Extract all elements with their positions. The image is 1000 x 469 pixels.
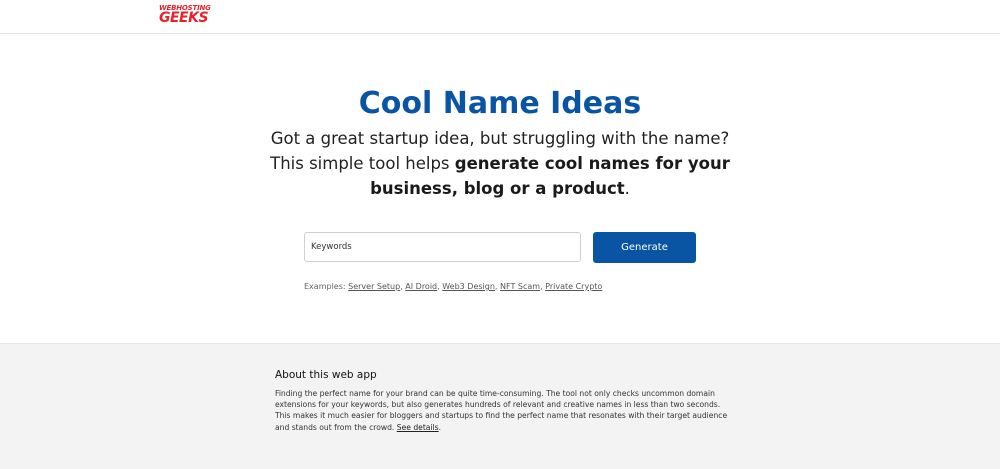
about-section: About this web app Finding the perfect n… (0, 343, 1000, 469)
example-link-private-crypto[interactable]: Private Crypto (545, 282, 602, 291)
example-link-ai-droid[interactable]: AI Droid (405, 282, 437, 291)
subtitle-line1: Got a great startup idea, but struggling… (270, 129, 730, 148)
generate-button[interactable]: Generate (593, 232, 696, 263)
see-details-link[interactable]: See details (397, 423, 439, 432)
subtitle-prefix: This simple tool helps (270, 154, 455, 173)
page-title: Cool Name Ideas (358, 86, 642, 121)
examples-list: Examples: Server Setup, AI Droid, Web3 D… (304, 282, 603, 291)
logo-bottom-text: GEEKS (159, 10, 209, 26)
about-suffix: . (438, 422, 442, 432)
about-title: About this web app (275, 369, 377, 381)
subtitle-suffix: . (624, 179, 630, 198)
site-logo[interactable]: WEBHOSTING GEEKS (159, 5, 211, 27)
examples-label: Examples: (304, 282, 346, 291)
page-subtitle: Got a great startup idea, but struggling… (250, 126, 750, 201)
example-link-web3-design[interactable]: Web3 Design (442, 282, 495, 291)
example-link-server-setup[interactable]: Server Setup (348, 282, 400, 291)
about-text: Finding the perfect name for your brand … (275, 388, 730, 433)
about-body: Finding the perfect name for your brand … (275, 389, 728, 432)
example-link-nft-scam[interactable]: NFT Scam (500, 282, 540, 291)
site-header: WEBHOSTING GEEKS (0, 0, 1000, 34)
keywords-input[interactable] (304, 232, 581, 262)
